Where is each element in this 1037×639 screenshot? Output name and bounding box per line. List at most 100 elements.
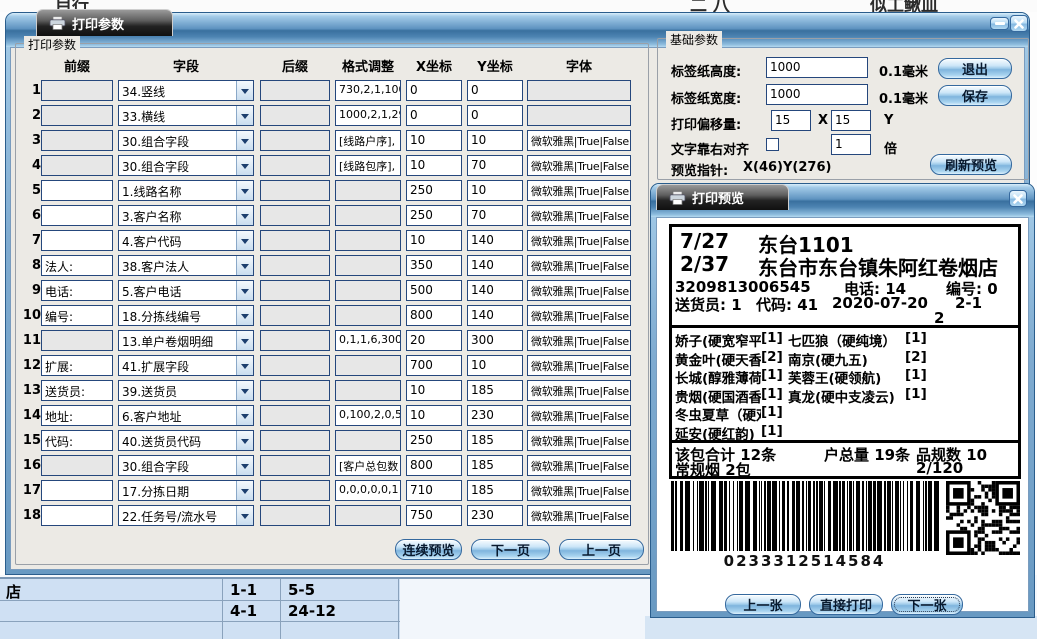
format-input[interactable]: [335, 305, 401, 326]
suffix-input[interactable]: [260, 305, 330, 326]
chevron-down-icon[interactable]: [236, 256, 253, 275]
chevron-down-icon[interactable]: [236, 481, 253, 500]
field-select[interactable]: 1.线路名称: [118, 180, 254, 201]
font-input[interactable]: 微软雅黑|True|False: [527, 505, 631, 526]
chevron-down-icon[interactable]: [236, 231, 253, 250]
format-input[interactable]: [335, 355, 401, 376]
offset-y-input[interactable]: 15: [831, 110, 871, 131]
field-select[interactable]: 17.分拣日期: [118, 480, 254, 501]
y-coord-input[interactable]: 10: [467, 180, 523, 201]
chevron-down-icon[interactable]: [236, 331, 253, 350]
field-select[interactable]: 3.客户名称: [118, 205, 254, 226]
x-coord-input[interactable]: 0: [406, 105, 462, 126]
font-input[interactable]: 微软雅黑|True|False: [527, 380, 631, 401]
prefix-input[interactable]: [41, 130, 113, 151]
x-coord-input[interactable]: 500: [406, 280, 462, 301]
x-coord-input[interactable]: 10: [406, 230, 462, 251]
prefix-input[interactable]: 送货员:: [41, 380, 113, 401]
x-coord-input[interactable]: 350: [406, 255, 462, 276]
format-input[interactable]: 0,0,0,0,0,1: [335, 480, 401, 501]
format-input[interactable]: [335, 230, 401, 251]
y-coord-input[interactable]: 140: [467, 305, 523, 326]
chevron-down-icon[interactable]: [236, 81, 253, 100]
font-input[interactable]: [527, 80, 631, 101]
font-input[interactable]: 微软雅黑|True|False: [527, 355, 631, 376]
field-select[interactable]: 38.客户法人: [118, 255, 254, 276]
suffix-input[interactable]: [260, 80, 330, 101]
chevron-down-icon[interactable]: [236, 206, 253, 225]
suffix-input[interactable]: [260, 355, 330, 376]
chevron-down-icon[interactable]: [236, 156, 253, 175]
field-select[interactable]: 30.组合字段: [118, 455, 254, 476]
prefix-input[interactable]: 法人:: [41, 255, 113, 276]
format-input[interactable]: 730,2,1,100: [335, 80, 401, 101]
save-button[interactable]: 保存: [938, 85, 1012, 106]
font-input[interactable]: 微软雅黑|True|False: [527, 280, 631, 301]
continue-preview-button[interactable]: 连续预览: [395, 539, 462, 560]
font-input[interactable]: 微软雅黑|True|False: [527, 455, 631, 476]
refresh-preview-button[interactable]: 刷新预览: [930, 154, 1012, 175]
y-coord-input[interactable]: 230: [467, 405, 523, 426]
format-input[interactable]: [335, 430, 401, 451]
prefix-input[interactable]: [41, 105, 113, 126]
font-input[interactable]: 微软雅黑|True|False: [527, 480, 631, 501]
format-input[interactable]: 0,1,1,6,300: [335, 330, 401, 351]
field-select[interactable]: 4.客户代码: [118, 230, 254, 251]
x-coord-input[interactable]: 710: [406, 480, 462, 501]
chevron-down-icon[interactable]: [236, 181, 253, 200]
x-coord-input[interactable]: 250: [406, 205, 462, 226]
y-coord-input[interactable]: 0: [467, 80, 523, 101]
prefix-input[interactable]: [41, 80, 113, 101]
suffix-input[interactable]: [260, 405, 330, 426]
y-coord-input[interactable]: 70: [467, 155, 523, 176]
font-input[interactable]: 微软雅黑|True|False: [527, 205, 631, 226]
field-select[interactable]: 5.客户电话: [118, 280, 254, 301]
field-select[interactable]: 18.分拣线编号: [118, 305, 254, 326]
chevron-down-icon[interactable]: [236, 381, 253, 400]
suffix-input[interactable]: [260, 180, 330, 201]
chevron-down-icon[interactable]: [236, 506, 253, 525]
y-coord-input[interactable]: 140: [467, 230, 523, 251]
field-select[interactable]: 34.竖线: [118, 80, 254, 101]
font-input[interactable]: 微软雅黑|True|False: [527, 255, 631, 276]
x-coord-input[interactable]: 10: [406, 155, 462, 176]
prefix-input[interactable]: [41, 180, 113, 201]
prefix-input[interactable]: 代码:: [41, 430, 113, 451]
y-coord-input[interactable]: 185: [467, 430, 523, 451]
suffix-input[interactable]: [260, 480, 330, 501]
format-input[interactable]: [335, 205, 401, 226]
suffix-input[interactable]: [260, 255, 330, 276]
suffix-input[interactable]: [260, 455, 330, 476]
prefix-input[interactable]: [41, 505, 113, 526]
format-input[interactable]: [335, 505, 401, 526]
offset-x-input[interactable]: 15: [771, 110, 811, 131]
prefix-input[interactable]: [41, 155, 113, 176]
suffix-input[interactable]: [260, 155, 330, 176]
x-coord-input[interactable]: 750: [406, 505, 462, 526]
format-input[interactable]: [线路包序],: [335, 155, 401, 176]
format-input[interactable]: [335, 180, 401, 201]
y-coord-input[interactable]: 300: [467, 330, 523, 351]
suffix-input[interactable]: [260, 505, 330, 526]
field-select[interactable]: 30.组合字段: [118, 155, 254, 176]
prefix-input[interactable]: [41, 480, 113, 501]
prefix-input[interactable]: [41, 230, 113, 251]
x-coord-input[interactable]: 20: [406, 330, 462, 351]
font-input[interactable]: 微软雅黑|True|False: [527, 305, 631, 326]
font-input[interactable]: [527, 105, 631, 126]
chevron-down-icon[interactable]: [236, 106, 253, 125]
suffix-input[interactable]: [260, 205, 330, 226]
format-input[interactable]: [335, 280, 401, 301]
chevron-down-icon[interactable]: [236, 456, 253, 475]
y-coord-input[interactable]: 185: [467, 480, 523, 501]
format-input[interactable]: 1000,2,1,29: [335, 105, 401, 126]
y-coord-input[interactable]: 10: [467, 355, 523, 376]
prefix-input[interactable]: 地址:: [41, 405, 113, 426]
chevron-down-icon[interactable]: [236, 281, 253, 300]
close-button[interactable]: [1010, 15, 1028, 32]
x-coord-input[interactable]: 10: [406, 130, 462, 151]
prefix-input[interactable]: 扩展:: [41, 355, 113, 376]
y-coord-input[interactable]: 10: [467, 130, 523, 151]
field-select[interactable]: 39.送货员: [118, 380, 254, 401]
format-input[interactable]: [线路户序],: [335, 130, 401, 151]
